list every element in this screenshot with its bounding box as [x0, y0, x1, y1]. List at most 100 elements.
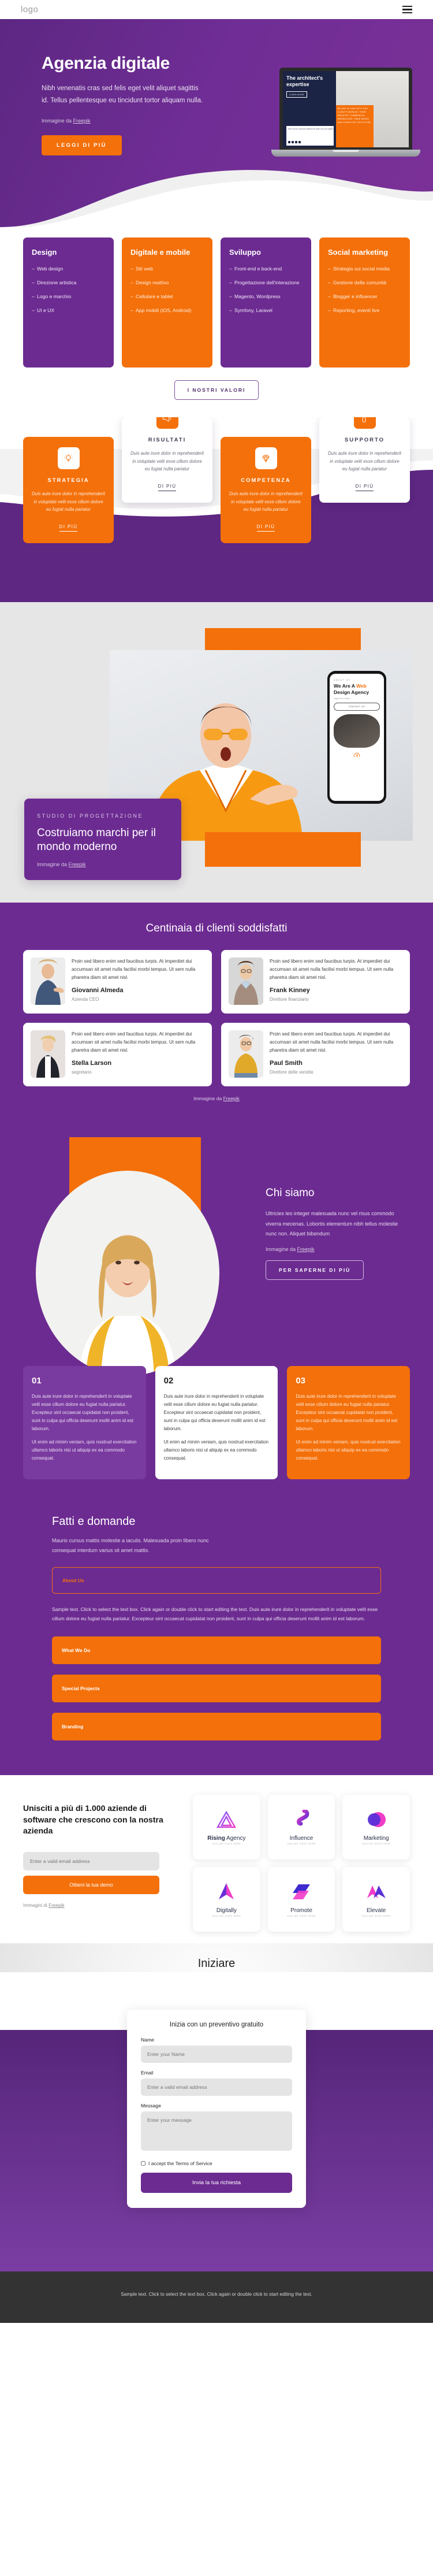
service-card-design[interactable]: Design Web design Direzione artistica Lo…: [23, 237, 114, 368]
service-card-digitale-e-mobile[interactable]: Digitale e mobile Siti web Design reatti…: [122, 237, 212, 368]
message-field[interactable]: [141, 2111, 292, 2151]
studio-title: Costruiamo marchi per il mondo moderno: [37, 826, 156, 853]
submit-request-button[interactable]: Invia la tua richiesta: [141, 2172, 292, 2193]
hamburger-menu-icon[interactable]: [402, 6, 412, 13]
feature-body: Duis aute irure dolor in reprehenderit i…: [130, 451, 204, 472]
testimonial-quote: Proin sed libero enim sed faucibus turpi…: [72, 1031, 196, 1053]
accordion-item-about-us[interactable]: About Us: [52, 1567, 381, 1594]
phone-contact-button[interactable]: CONTACT US: [334, 703, 380, 711]
newsletter-demo-button[interactable]: Ottieni la tua demo: [23, 1876, 159, 1895]
service-item: Strategia sui social media: [328, 265, 401, 273]
service-item: App mobili (iOS, Android): [130, 307, 204, 314]
freepik-link[interactable]: Freepik: [69, 862, 86, 867]
laptop-social-icons: [288, 141, 332, 143]
feature-body: Duis aute irure dolor in reprehenderit i…: [32, 491, 105, 513]
about-cta-button[interactable]: PER SAPERNE DI PIÙ: [266, 1260, 364, 1280]
girl-photo-illustration: [79, 1235, 176, 1376]
phone-kicker: ABOUT US: [334, 679, 351, 681]
service-item: UI e UX: [32, 307, 105, 314]
testimonial-body: Proin sed libero enim sed faucibus turpi…: [72, 1030, 204, 1079]
name-field[interactable]: [141, 2045, 292, 2063]
terms-checkbox[interactable]: [141, 2161, 145, 2166]
email-field[interactable]: [141, 2078, 292, 2096]
accordion-item-special-projects[interactable]: Special Projects: [52, 1674, 381, 1702]
parallelogram-mark-icon: [292, 1881, 311, 1903]
site-logo[interactable]: logo: [21, 5, 38, 14]
footer: Sample text. Click to select the text bo…: [0, 2271, 433, 2323]
brand-name-bold: Rising: [207, 1835, 225, 1842]
freepik-link[interactable]: Freepik: [297, 1246, 315, 1252]
brand-tagline: TAGLINE GOES HERE: [212, 1915, 241, 1918]
circles-mark-icon: [367, 1809, 386, 1831]
testimonial-role: segretario: [72, 1069, 92, 1075]
person-icon: [353, 417, 376, 429]
brand-name-rest: Marketing: [363, 1835, 389, 1842]
about-photo-circle: [36, 1171, 219, 1376]
feature-more-link[interactable]: DI PIÙ: [59, 524, 78, 532]
testimonials-heading: Centinaia di clienti soddisfatti: [145, 922, 288, 934]
freepik-link[interactable]: Freepik: [73, 118, 91, 124]
card-number: 02: [163, 1376, 174, 1386]
feature-card-competenza[interactable]: COMPETENZA Duis aute irure dolor in repr…: [221, 437, 311, 543]
lightbulb-icon: [57, 447, 80, 469]
landing-page: logo Agenzia digitale Nibh venenatis cra…: [0, 0, 433, 2323]
numbered-cards-grid: 01 Duis aute irure dolor in reprehenderi…: [23, 1366, 410, 1479]
laptop-headline: The architect's expertise: [286, 75, 323, 87]
diamond-icon: [255, 447, 277, 469]
card-body-a: Duis aute irure dolor in reprehenderit i…: [296, 1394, 398, 1431]
feature-card-supporto[interactable]: SUPPORTO Duis aute irure dolor in repreh…: [319, 417, 410, 503]
hero-paragraph: Nibh venenatis cras sed felis eget velit…: [42, 85, 203, 105]
message-label: Message: [141, 2102, 161, 2109]
service-item: Front-end e back-end: [229, 265, 303, 273]
accordion-item-what-we-do[interactable]: What We Do: [52, 1636, 381, 1664]
services-grid: Design Web design Direzione artistica Lo…: [0, 227, 433, 368]
service-card-social-marketing[interactable]: Social marketing Strategia sui social me…: [319, 237, 410, 368]
hero-cta-button[interactable]: LEGGI DI PIÙ: [42, 135, 122, 155]
phone-headline-c: Design Agency: [334, 689, 369, 695]
feature-title: COMPETENZA: [241, 477, 291, 484]
testimonial-name: Giovanni Almeda: [72, 986, 124, 994]
laptop-learn-more-button[interactable]: LEARN MORE: [286, 91, 308, 98]
testimonial-role: Direttore finanziario: [270, 996, 309, 1002]
testimonial-body: Proin sed libero enim sed faucibus turpi…: [72, 957, 204, 1006]
brand-logo-card-elevate: Elevate TAGLINE GOES HERE: [342, 1866, 410, 1932]
feature-more-link[interactable]: DI PIÙ: [158, 484, 177, 491]
feature-card-risultati[interactable]: RISULTATI Duis aute irure dolor in repre…: [122, 417, 212, 503]
brand-tagline: TAGLINE GOES HERE: [212, 1843, 241, 1846]
triangle-mark-icon: [216, 1809, 237, 1831]
numbered-card-03: 03 Duis aute irure dolor in reprehenderi…: [287, 1366, 410, 1479]
testimonial-role: Direttore delle vendite: [270, 1069, 313, 1075]
service-card-sviluppo[interactable]: Sviluppo Front-end e back-end Progettazi…: [221, 237, 311, 368]
studio-section: ABOUT US We Are A Web Design Agency Imag…: [0, 602, 433, 903]
values-button[interactable]: I NOSTRI VALORI: [174, 380, 259, 400]
about-paragraph: Ultricies leo integer malesuada nunc vel…: [266, 1211, 398, 1237]
studio-info-card: STUDIO DI PROGETTAZIONE Costruiamo march…: [24, 799, 181, 881]
faq-subtitle: Mauris cursus mattis molestie a iaculis.…: [52, 1538, 209, 1554]
feature-title: STRATEGIA: [47, 477, 89, 484]
feature-more-link[interactable]: DI PIÙ: [355, 484, 374, 491]
numbered-card-02: 02 Duis aute irure dolor in reprehenderi…: [155, 1366, 278, 1479]
accordion-item-branding[interactable]: Branding: [52, 1712, 381, 1740]
feature-more-link[interactable]: DI PIÙ: [256, 524, 275, 532]
testimonial-quote: Proin sed libero enim sed faucibus turpi…: [270, 959, 394, 980]
card-body-a: Duis aute irure dolor in reprehenderit i…: [163, 1394, 266, 1431]
faq-title: Fatti e domande: [52, 1515, 136, 1528]
newsletter-image-credit: Immagini di Freepik: [23, 1903, 178, 1908]
laptop-mockup: The architect's expertise LEARN MORE Dol…: [271, 68, 420, 157]
ribbon-mark-icon: [293, 1809, 310, 1831]
service-item: Web design: [32, 265, 105, 273]
service-item: Blogger e influencer: [328, 293, 401, 300]
credit-prefix: Immagine da: [42, 117, 73, 124]
brand-name-rest: Agency: [225, 1835, 246, 1842]
service-title: Sviluppo: [229, 248, 261, 257]
freepik-link[interactable]: Freepik: [48, 1903, 64, 1908]
feature-card-strategia[interactable]: STRATEGIA Duis aute irure dolor in repre…: [23, 437, 114, 543]
cloud-upload-icon: [334, 751, 380, 761]
freepik-link[interactable]: Freepik: [223, 1096, 240, 1101]
hero-image-credit: Immagine da Freepik: [42, 118, 219, 124]
features-section: STRATEGIA Duis aute irure dolor in repre…: [0, 417, 433, 602]
phone-headline-a: We Are A: [334, 683, 357, 689]
newsletter-email-input[interactable]: [23, 1852, 159, 1871]
quote-form: Inizia con un preventivo gratuito Name E…: [127, 2009, 306, 2208]
service-item: Direzione artistica: [32, 279, 105, 287]
